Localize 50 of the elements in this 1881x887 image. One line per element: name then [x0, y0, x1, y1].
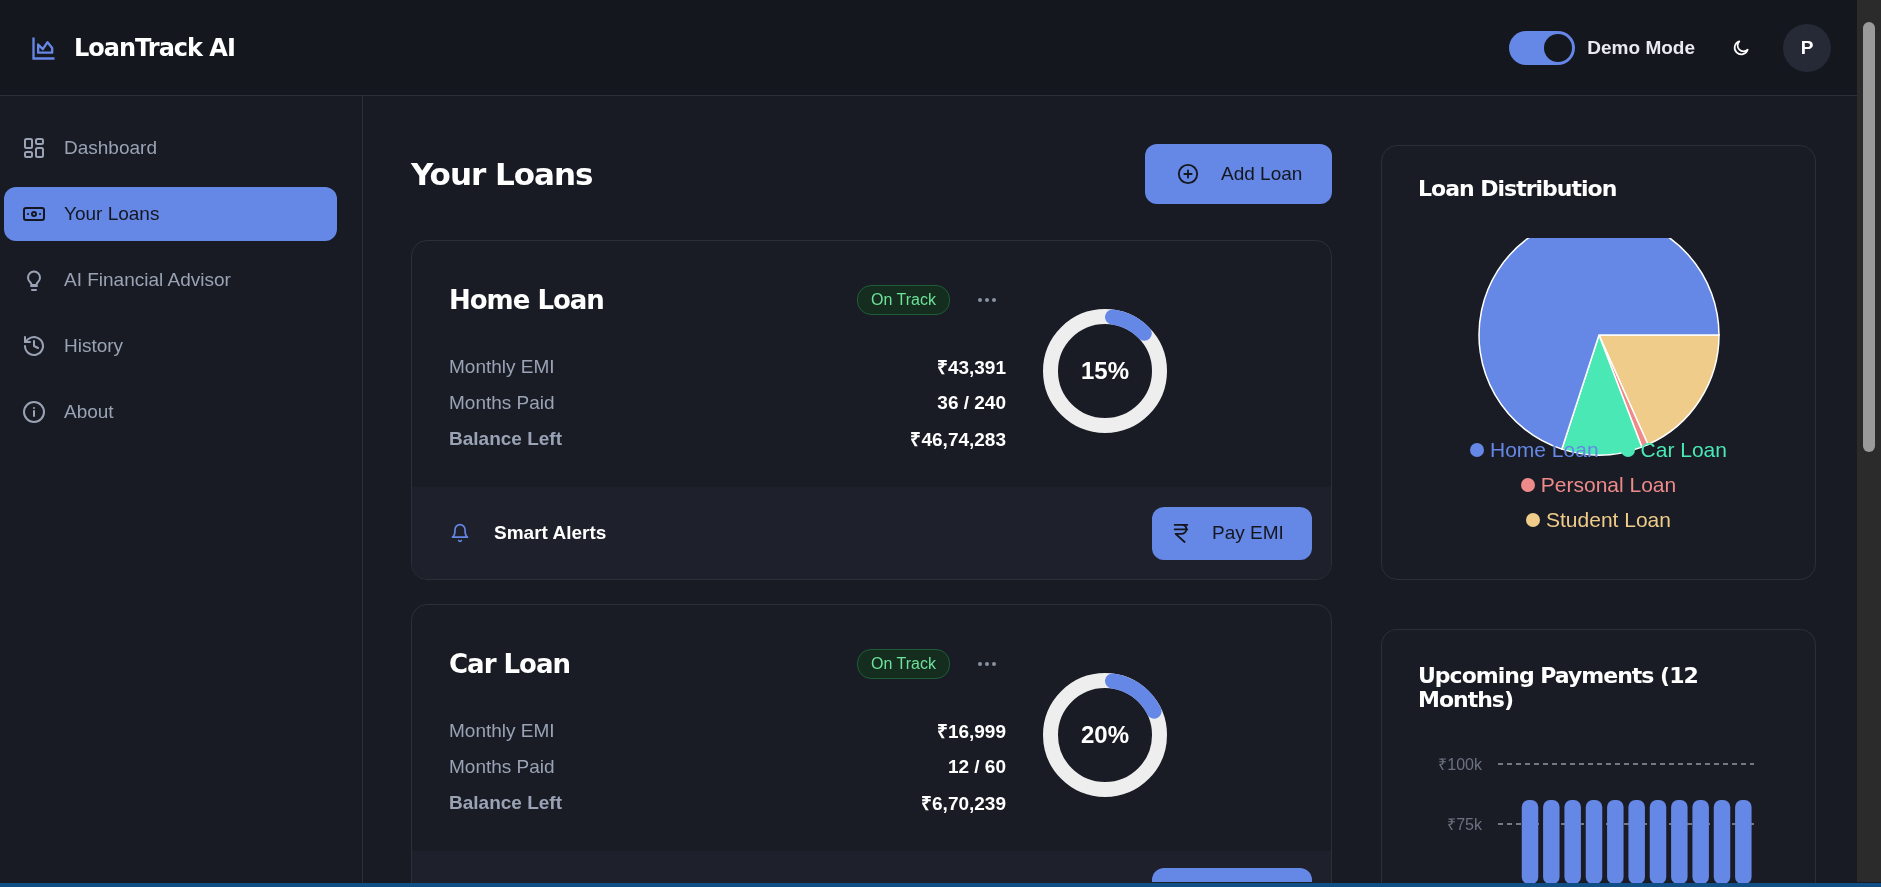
- progress-percent: 20%: [1080, 721, 1129, 749]
- info-icon: [22, 400, 46, 424]
- sidebar-item[interactable]: About: [4, 385, 337, 439]
- sidebar-item[interactable]: AI Financial Advisor: [4, 253, 337, 307]
- row-value: 36 / 240: [937, 392, 1006, 414]
- pay-emi-button[interactable]: Pay EMI: [1152, 506, 1312, 560]
- row-value: ₹6,70,239: [921, 792, 1006, 816]
- row-label: Months Paid: [449, 756, 555, 778]
- status-badge: On Track: [857, 649, 950, 679]
- avatar-button[interactable]: P: [1783, 23, 1831, 72]
- status-badge: On Track: [857, 285, 950, 315]
- demo-mode-toggle[interactable]: [1509, 30, 1576, 65]
- moon-icon: [1731, 37, 1751, 58]
- row-value: ₹16,999: [936, 720, 1006, 744]
- pay-button[interactable]: [1152, 868, 1312, 882]
- row-label: Balance Left: [449, 792, 562, 814]
- row-label: Months Paid: [449, 392, 555, 414]
- loan-title: Home Loan: [449, 285, 605, 315]
- sidebar-item[interactable]: History: [4, 319, 337, 373]
- more-icon: [978, 661, 996, 667]
- axis-label: ₹75k: [1447, 816, 1482, 833]
- history-icon: [22, 334, 46, 358]
- card-title: Loan Distribution: [1418, 176, 1618, 201]
- row-value: ₹43,391: [936, 356, 1006, 380]
- sidebar-item[interactable]: Dashboard: [4, 121, 337, 175]
- progress-percent: 15%: [1080, 357, 1129, 385]
- alerts-label: Smart Alerts: [494, 522, 608, 544]
- grid-icon: [22, 136, 46, 160]
- scrollbar-thumb[interactable]: [1863, 22, 1875, 452]
- legend-label: Car Loan: [1640, 437, 1727, 462]
- row-label: Monthly EMI: [449, 720, 555, 742]
- loan-title: Car Loan: [449, 649, 571, 679]
- row-value: ₹46,74,283: [910, 428, 1006, 452]
- sidebar-item[interactable]: Your Loans: [4, 187, 337, 241]
- scrollbar[interactable]: [1857, 0, 1881, 882]
- axis-label: ₹100k: [1438, 756, 1482, 773]
- legend-label: Personal Loan: [1540, 472, 1677, 497]
- more-icon: [978, 297, 996, 303]
- row-value: 12 / 60: [947, 756, 1006, 778]
- row-label: Balance Left: [449, 428, 562, 450]
- plus-circle-icon: [1177, 163, 1199, 185]
- rupee-icon: [1172, 522, 1190, 544]
- card-title: Upcoming Payments (12 Months): [1418, 664, 1699, 712]
- toggle-label: Demo Mode: [1587, 36, 1695, 59]
- app-title: LoanTrack AI: [74, 33, 235, 62]
- bell-icon: [450, 522, 470, 544]
- legend-label: Student Loan: [1546, 507, 1671, 532]
- add-loan-button[interactable]: Add Loan: [1145, 144, 1332, 204]
- row-label: Monthly EMI: [449, 356, 555, 378]
- page-title: Your Loans: [411, 156, 593, 192]
